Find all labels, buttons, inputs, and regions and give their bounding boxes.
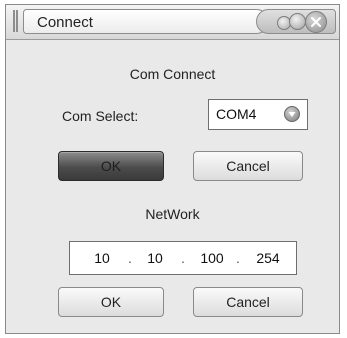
network-ok-button[interactable]: OK: [58, 287, 164, 317]
com-ok-label: OK: [100, 158, 122, 174]
grip-icon[interactable]: [13, 10, 18, 32]
ip-octet-2[interactable]: 10: [137, 250, 173, 266]
window-title: Connect: [37, 14, 93, 31]
ip-octet-1[interactable]: 10: [84, 250, 120, 266]
network-ok-label: OK: [100, 294, 122, 310]
com-cancel-button[interactable]: Cancel: [193, 151, 303, 181]
ip-address-field[interactable]: 10 . 10 . 100 . 254: [69, 241, 297, 275]
ip-separator: .: [181, 250, 185, 266]
ip-separator: .: [236, 250, 240, 266]
chevron-down-icon[interactable]: [284, 106, 300, 122]
network-cancel-button[interactable]: Cancel: [193, 287, 303, 317]
title-bar[interactable]: Connect: [6, 5, 339, 40]
com-select-dropdown[interactable]: COM4: [208, 99, 308, 130]
close-icon[interactable]: [305, 11, 327, 33]
com-ok-button[interactable]: OK: [58, 151, 164, 181]
network-cancel-label: Cancel: [226, 294, 270, 310]
ip-octet-4[interactable]: 254: [250, 250, 286, 266]
com-select-label: Com Select:: [62, 108, 139, 124]
com-connect-heading: Com Connect: [129, 66, 216, 82]
maximize-orb-icon[interactable]: [289, 13, 306, 30]
com-cancel-label: Cancel: [226, 158, 270, 174]
ip-separator: .: [128, 250, 132, 266]
ip-octet-3[interactable]: 100: [194, 250, 230, 266]
network-heading: NetWork: [145, 206, 200, 222]
connect-dialog: Connect Com Connect Com Select: COM4 OK …: [5, 4, 340, 334]
com-select-value: COM4: [216, 106, 257, 122]
